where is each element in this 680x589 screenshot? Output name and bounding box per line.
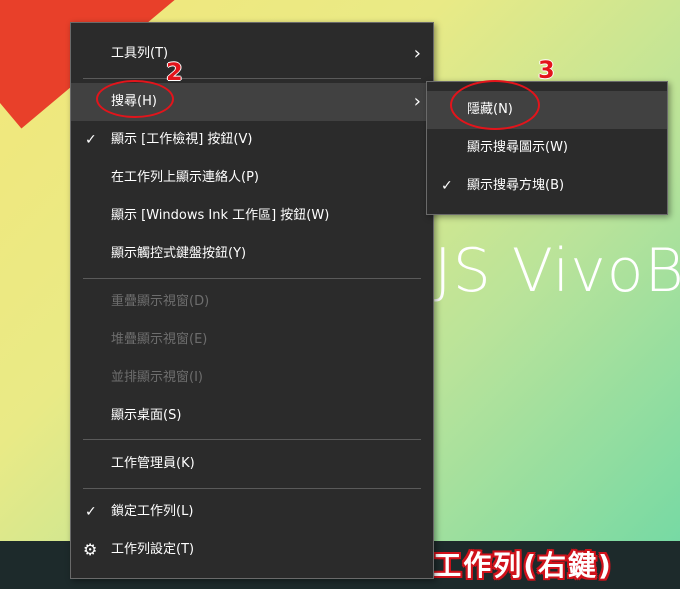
menu-item-label: 顯示搜尋圖示(W) (467, 140, 568, 155)
menu-item-label: 顯示 [Windows Ink 工作區] 按鈕(W) (111, 208, 330, 223)
menu-item-label: 重疊顯示視窗(D) (111, 294, 210, 309)
menu-separator (83, 278, 421, 279)
chevron-right-icon: › (413, 91, 421, 112)
menu-separator (83, 78, 421, 79)
menu-item-label: 在工作列上顯示連絡人(P) (111, 170, 259, 185)
wallpaper-brand-text: JS VivoB (434, 236, 680, 306)
annotation-circle-search (96, 80, 174, 118)
menu-item-label: 工作管理員(K) (111, 456, 195, 471)
menu-item-toolbars[interactable]: 工具列(T) › (71, 35, 433, 73)
menu-item-label: 工具列(T) (111, 46, 169, 61)
menu-item-label: 顯示觸控式鍵盤按鈕(Y) (111, 246, 247, 261)
menu-item-side-by-side-windows: 並排顯示視窗(I) (71, 359, 433, 397)
check-icon: ✓ (85, 132, 97, 148)
menu-item-show-touch-keyboard-button[interactable]: 顯示觸控式鍵盤按鈕(Y) (71, 235, 433, 273)
menu-separator (83, 488, 421, 489)
check-icon: ✓ (441, 178, 453, 194)
menu-item-label: 並排顯示視窗(I) (111, 370, 203, 385)
menu-item-taskbar-settings[interactable]: ⚙ 工作列設定(T) (71, 531, 433, 569)
menu-item-label: 顯示桌面(S) (111, 408, 182, 423)
submenu-item-show-search-icon[interactable]: 顯示搜尋圖示(W) (427, 129, 667, 167)
menu-item-show-task-view-button[interactable]: ✓ 顯示 [工作檢視] 按鈕(V) (71, 121, 433, 159)
submenu-item-show-search-box[interactable]: ✓ 顯示搜尋方塊(B) (427, 167, 667, 205)
menu-item-show-people[interactable]: 在工作列上顯示連絡人(P) (71, 159, 433, 197)
annotation-step-2: 2 (166, 58, 183, 86)
menu-separator (83, 439, 421, 440)
menu-item-show-windows-ink-button[interactable]: 顯示 [Windows Ink 工作區] 按鈕(W) (71, 197, 433, 235)
menu-item-cascade-windows: 重疊顯示視窗(D) (71, 283, 433, 321)
chevron-right-icon: › (413, 43, 421, 64)
check-icon: ✓ (85, 504, 97, 520)
menu-item-lock-taskbar[interactable]: ✓ 鎖定工作列(L) (71, 493, 433, 531)
menu-item-label: 顯示搜尋方塊(B) (467, 178, 565, 193)
gear-icon: ⚙ (83, 540, 98, 559)
menu-item-label: 顯示 [工作檢視] 按鈕(V) (111, 132, 253, 147)
menu-item-show-desktop[interactable]: 顯示桌面(S) (71, 397, 433, 435)
menu-item-label: 鎖定工作列(L) (111, 504, 194, 519)
annotation-circle-hidden (450, 80, 540, 130)
menu-item-label: 工作列設定(T) (111, 542, 195, 557)
menu-item-task-manager[interactable]: 工作管理員(K) (71, 445, 433, 483)
annotation-step-3: 3 (538, 56, 555, 84)
menu-item-label: 堆疊顯示視窗(E) (111, 332, 208, 347)
menu-item-stack-windows: 堆疊顯示視窗(E) (71, 321, 433, 359)
